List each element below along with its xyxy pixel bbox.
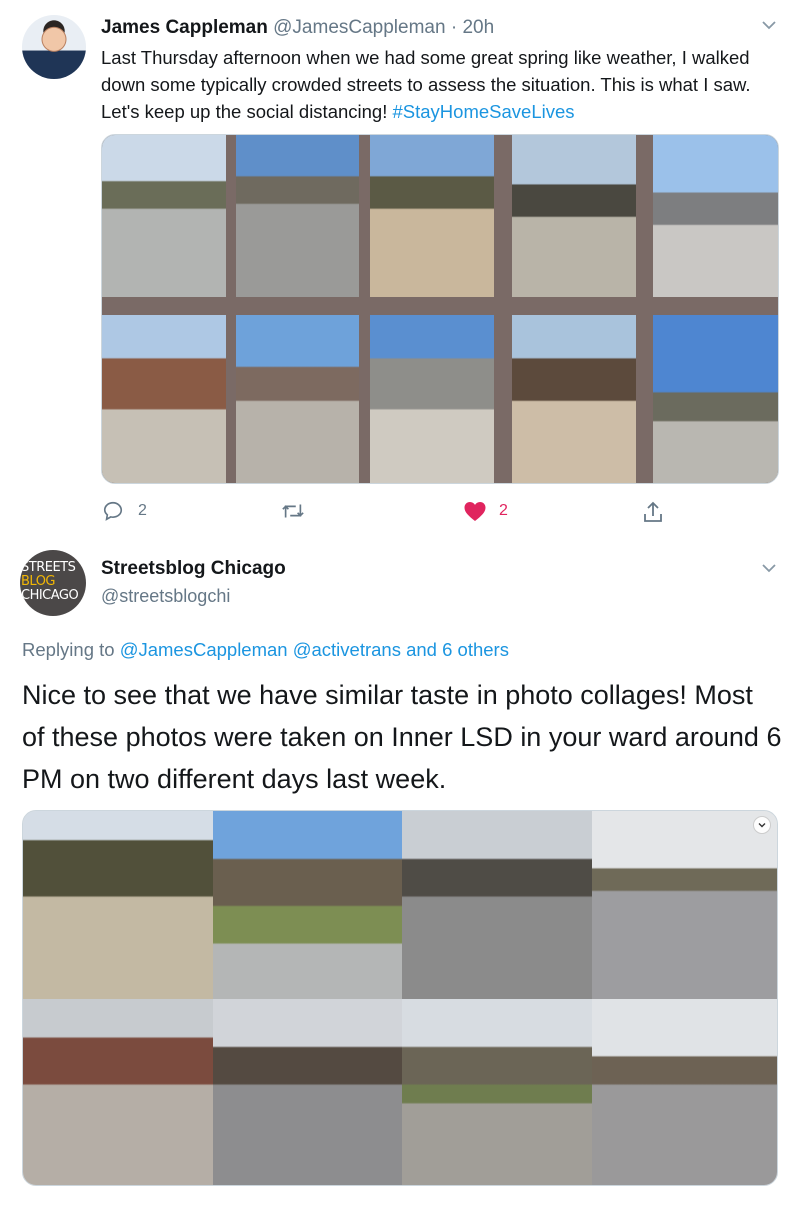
photo-walkers-street xyxy=(592,999,777,1185)
tweet-header: James Cappleman @JamesCappleman · 20h xyxy=(101,15,494,41)
photo-alley xyxy=(102,315,226,483)
photo-park-runner xyxy=(23,811,213,999)
photo-open-street xyxy=(653,315,778,483)
photo-hydrant xyxy=(512,135,636,297)
photo-crosswalk-runners xyxy=(402,811,592,999)
replying-others-link[interactable]: and 6 others xyxy=(401,639,509,660)
author-handle[interactable]: @streetsblogchi xyxy=(101,586,230,607)
reply-bubble-icon xyxy=(103,501,123,521)
photo-collage[interactable] xyxy=(22,810,778,1186)
tweet-streetsblog-chicago: STREETS BLOG CHICAGO Streetsblog Chicago… xyxy=(0,540,803,1209)
photo-sidewalk-1 xyxy=(102,135,226,297)
retweet-icon xyxy=(282,504,304,518)
photo-collage[interactable] xyxy=(101,134,779,484)
author-name[interactable]: Streetsblog Chicago xyxy=(101,558,286,580)
photo-runners-sidewalk xyxy=(23,999,213,1185)
avatar[interactable]: STREETS BLOG CHICAGO xyxy=(20,550,86,616)
avatar-line-2: BLOG xyxy=(21,574,56,589)
like-action[interactable]: 2 xyxy=(463,500,508,522)
reply-action[interactable]: 2 xyxy=(102,500,147,522)
tweet-time[interactable]: 20h xyxy=(462,17,494,38)
like-count: 2 xyxy=(499,502,508,519)
photo-shaded-walk xyxy=(512,315,636,483)
avatar-line-1: STREETS xyxy=(21,560,76,575)
photo-runner-parked-cars xyxy=(213,999,402,1185)
hashtag-link[interactable]: #StayHomeSaveLives xyxy=(393,101,575,122)
share-icon xyxy=(644,501,662,522)
photo-sidewalk-2 xyxy=(370,135,494,297)
author-name[interactable]: James Cappleman xyxy=(101,17,268,38)
photo-building-wall xyxy=(370,315,494,483)
chevron-down-icon[interactable] xyxy=(761,560,777,576)
photo-intersection xyxy=(653,135,778,297)
tweet-james-cappleman: James Cappleman @JamesCappleman · 20h La… xyxy=(0,0,803,540)
tweet-text: Last Thursday afternoon when we had some… xyxy=(101,44,781,125)
photo-street-1 xyxy=(236,135,359,297)
tweet-text: Nice to see that we have similar taste i… xyxy=(22,680,782,794)
chevron-down-icon[interactable] xyxy=(761,17,777,33)
avatar[interactable] xyxy=(22,15,86,79)
tweet-actions: 2 2 xyxy=(0,500,803,528)
photo-pedestrian xyxy=(236,315,359,483)
chevron-down-icon[interactable] xyxy=(753,816,771,834)
photo-blue-shirt-runner xyxy=(592,811,777,999)
replying-to: Replying to @JamesCappleman @activetrans… xyxy=(22,639,509,661)
author-handle[interactable]: @JamesCappleman xyxy=(273,17,445,38)
photo-runner-curb xyxy=(402,999,592,1185)
share-action[interactable] xyxy=(642,500,664,524)
reply-count: 2 xyxy=(138,502,147,519)
photo-group-runners xyxy=(213,811,402,999)
retweet-action[interactable] xyxy=(281,500,305,522)
replying-users-link[interactable]: @JamesCappleman @activetrans xyxy=(120,639,401,660)
separator: · xyxy=(450,17,458,38)
heart-filled-icon xyxy=(464,502,486,521)
avatar-line-3: CHICAGO xyxy=(21,588,79,603)
replying-prefix: Replying to xyxy=(22,639,120,660)
